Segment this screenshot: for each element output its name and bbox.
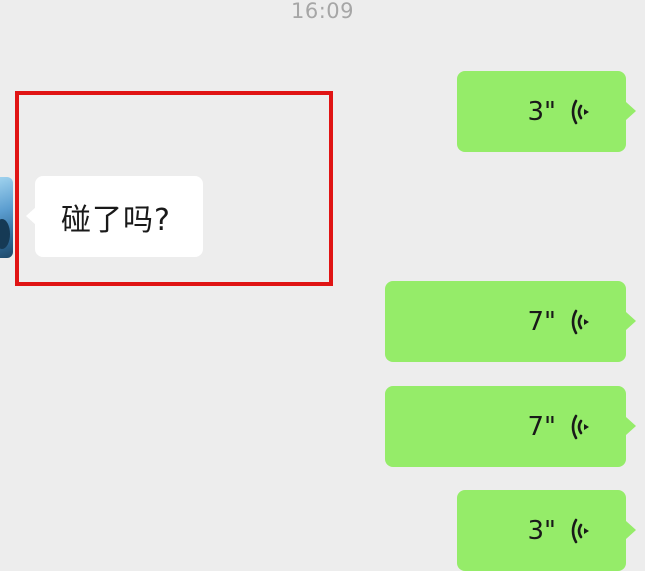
voice-wave-icon xyxy=(571,414,589,439)
voice-wave-icon xyxy=(571,518,589,543)
voice-message-bubble[interactable]: 3" xyxy=(457,71,636,152)
voice-message-bubble[interactable]: 3" xyxy=(457,490,636,571)
voice-duration: 3" xyxy=(527,96,556,127)
highlight-annotation-box xyxy=(15,91,333,286)
voice-duration: 3" xyxy=(527,515,556,546)
voice-message-bubble[interactable]: 7" xyxy=(385,281,636,362)
message-timestamp: 16:09 xyxy=(290,0,355,23)
voice-duration: 7" xyxy=(527,411,556,442)
voice-message-bubble[interactable]: 7" xyxy=(385,386,636,467)
contact-avatar[interactable] xyxy=(0,177,13,258)
voice-duration: 7" xyxy=(527,306,556,337)
voice-wave-icon xyxy=(571,99,589,124)
voice-wave-icon xyxy=(571,309,589,334)
